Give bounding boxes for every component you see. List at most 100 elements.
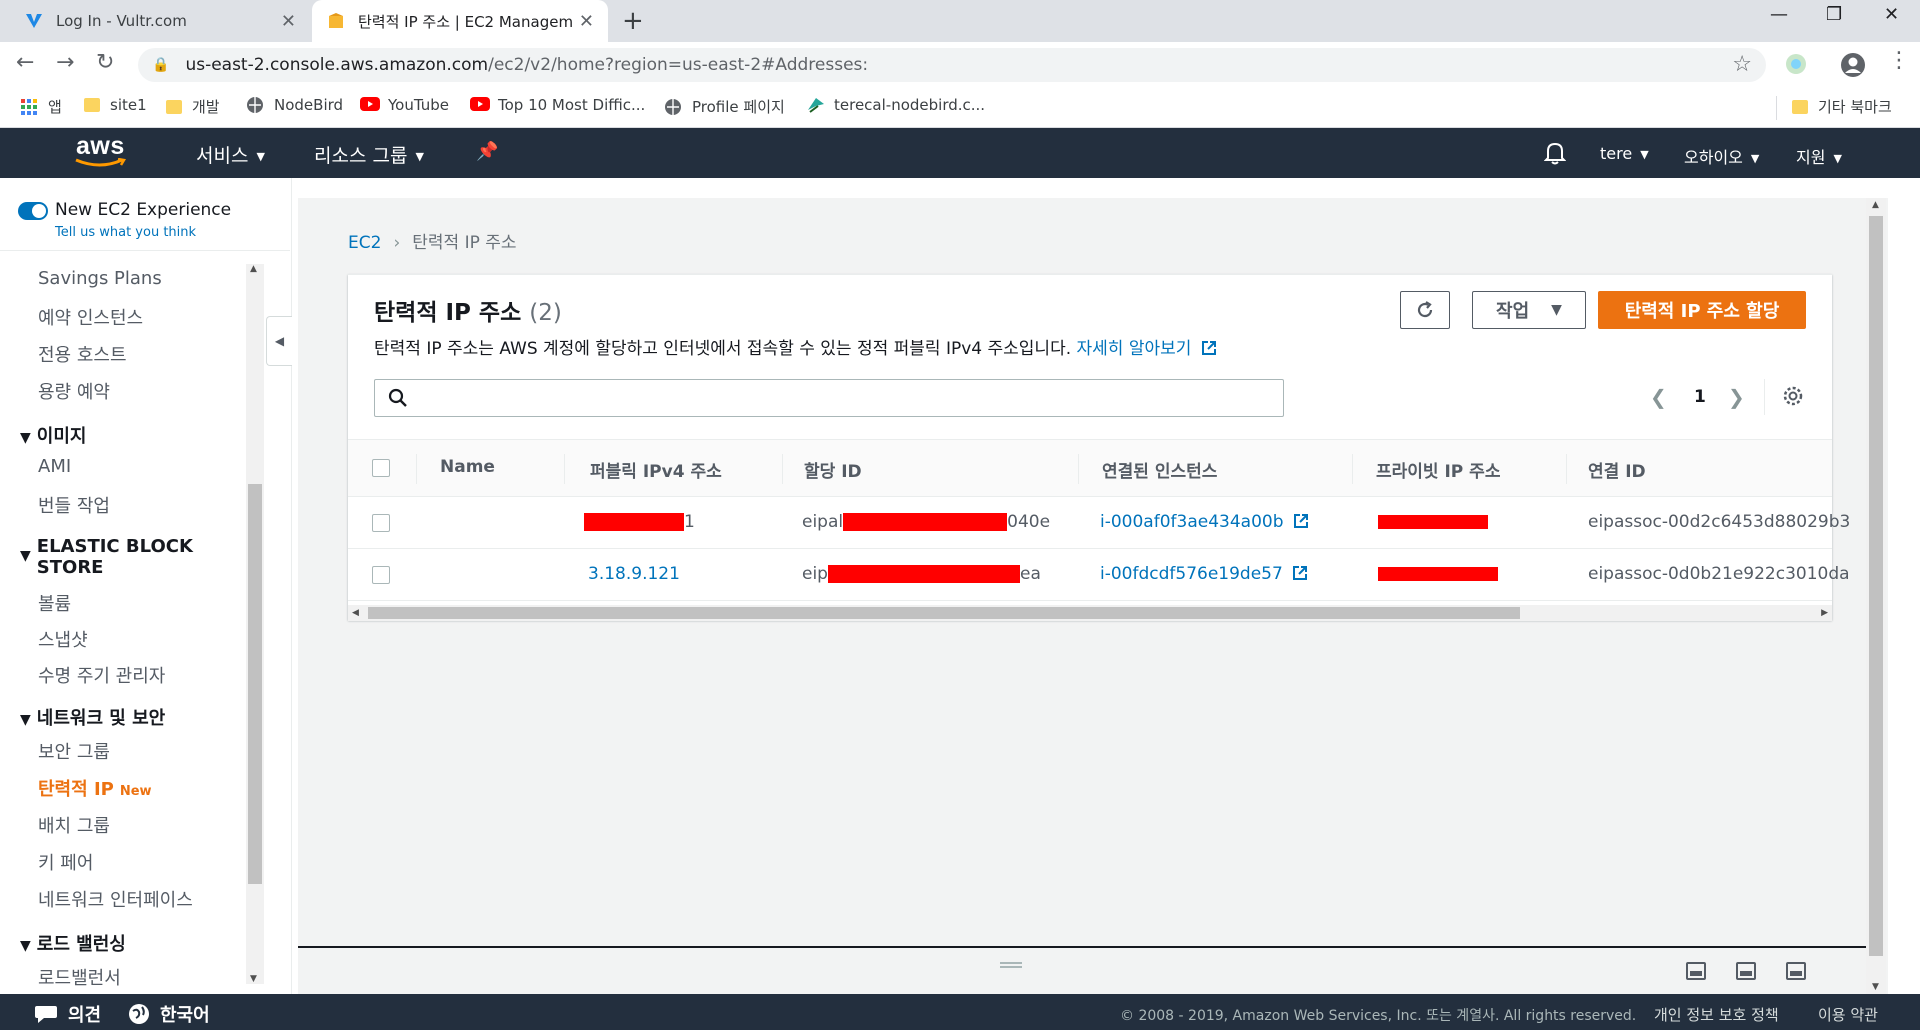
table-row[interactable]: 3.18.9.121 eip ea i-00fdcdf576e19de57 eip… [348,549,1850,601]
browser-tab-ec2[interactable]: 탄력적 IP 주소 | EC2 Manageme ✕ [312,0,608,42]
public-ip-link[interactable]: 3.18.9.121 [588,564,680,584]
layout-full-panel-icon[interactable] [1786,962,1806,980]
search-input[interactable] [374,379,1284,417]
refresh-button[interactable] [1400,291,1450,329]
column-header-association-id[interactable]: 연결 ID [1588,457,1646,482]
bookmark-top10[interactable]: Top 10 Most Diffic... [470,96,645,114]
feedback-link[interactable]: Tell us what you think [55,225,196,240]
maximize-icon[interactable]: ❐ [1826,4,1842,25]
services-menu[interactable]: 서비스 ▼ [196,141,265,168]
row-checkbox[interactable] [372,566,390,584]
sidebar-item-volumes[interactable]: 볼륨 [38,590,71,616]
bookmark-star-icon[interactable]: ☆ [1732,52,1752,77]
sidebar-section-network[interactable]: ▼ 네트워크 및 보안 [20,704,165,730]
table-horizontal-scrollbar[interactable]: ◀ ▶ [348,605,1832,621]
sidebar-item-ami[interactable]: AMI [38,456,71,477]
aws-logo[interactable]: aws [75,132,126,167]
column-header-allocation-id[interactable]: 할당 ID [804,457,862,482]
scroll-down-icon[interactable]: ▼ [1872,982,1879,992]
address-bar[interactable]: 🔒 us-east-2.console.aws.amazon.com/ec2/v… [138,48,1766,82]
sidebar-scroll-thumb[interactable] [248,484,262,884]
sidebar-scrollbar[interactable]: ▲ ▼ [246,264,264,984]
layout-side-panel-icon[interactable] [1736,962,1756,980]
close-icon[interactable]: ✕ [579,11,594,32]
sidebar-item-lifecycle-manager[interactable]: 수명 주기 관리자 [38,662,165,688]
sidebar-item-dedicated-hosts[interactable]: 전용 호스트 [38,341,127,367]
horizontal-scroll-thumb[interactable] [368,607,1520,619]
feedback-button[interactable]: 의견 [34,1001,101,1027]
new-experience-toggle[interactable] [18,202,48,220]
prev-page-icon[interactable]: ❮ [1650,385,1667,409]
main-vertical-scrollbar[interactable]: ▲ ▼ [1866,198,1886,994]
close-icon[interactable]: ✕ [281,11,296,32]
window-close-icon[interactable]: ✕ [1884,4,1899,25]
menu-kebab-icon[interactable]: ⋮ [1888,48,1910,73]
sidebar-collapse-button[interactable]: ◀ [266,316,292,366]
breadcrumb-ec2[interactable]: EC2 [348,233,381,253]
region-menu[interactable]: 오하이오 ▼ [1684,144,1759,168]
split-panel-drag-handle[interactable] [1000,962,1022,968]
support-menu[interactable]: 지원 ▼ [1796,144,1842,168]
back-icon[interactable]: ← [16,50,34,75]
sidebar-item-placement-groups[interactable]: 배치 그룹 [38,812,110,838]
extension-icon[interactable] [1784,52,1808,80]
sidebar-section-images[interactable]: ▼ 이미지 [20,422,86,448]
bookmark-apps[interactable]: 앱 [20,96,62,117]
sidebar-item-security-groups[interactable]: 보안 그룹 [38,738,110,764]
select-all-checkbox[interactable] [372,459,390,477]
column-header-instance[interactable]: 연결된 인스턴스 [1102,457,1217,482]
privacy-policy-link[interactable]: 개인 정보 보호 정책 [1654,1004,1779,1025]
bookmark-terecal[interactable]: terecal-nodebird.c... [806,96,985,114]
scroll-right-icon[interactable]: ▶ [1821,608,1828,618]
actions-button[interactable]: 작업 ▼ [1472,291,1586,329]
column-header-name[interactable]: Name [440,457,495,477]
profile-icon[interactable] [1840,52,1866,82]
sidebar-section-ebs[interactable]: ▼ ELASTIC BLOCK STORE [20,536,193,578]
instance-link[interactable]: i-000af0f3ae434a00b [1100,512,1309,532]
instance-link[interactable]: i-00fdcdf576e19de57 [1100,564,1308,584]
sidebar-item-reserved-instances[interactable]: 예약 인스턴스 [38,304,143,330]
column-header-public-ip[interactable]: 퍼블릭 IPv4 주소 [590,457,722,482]
allocate-elastic-ip-button[interactable]: 탄력적 IP 주소 할당 [1598,291,1806,329]
sidebar-item-load-balancers[interactable]: 로드밸런서 [38,964,121,990]
scroll-left-icon[interactable]: ◀ [352,608,359,618]
sidebar-section-load-balancing[interactable]: ▼ 로드 밸런싱 [20,930,126,956]
account-menu[interactable]: tere ▼ [1600,144,1649,163]
new-tab-icon[interactable]: + [622,6,644,36]
bookmark-youtube[interactable]: YouTube [360,96,449,114]
bookmark-other[interactable]: 기타 북마크 [1792,96,1892,117]
bookmark-site1[interactable]: site1 [84,96,147,114]
sidebar-item-elastic-ips[interactable]: 탄력적 IP New [38,775,152,801]
forward-icon[interactable]: → [56,50,74,75]
bookmark-nodebird[interactable]: NodeBird [246,96,343,114]
sidebar-item-savings-plans[interactable]: Savings Plans [38,268,162,289]
minimize-icon[interactable]: — [1770,4,1788,25]
sidebar-item-key-pairs[interactable]: 키 페어 [38,849,93,875]
sidebar-item-network-interfaces[interactable]: 네트워크 인터페이스 [38,886,193,912]
page-number[interactable]: 1 [1694,387,1706,407]
scroll-up-icon[interactable]: ▲ [250,264,257,274]
sidebar-item-snapshots[interactable]: 스냅샷 [38,626,88,652]
row-checkbox[interactable] [372,514,390,532]
terms-of-use-link[interactable]: 이용 약관 [1818,1004,1878,1025]
reload-icon[interactable]: ↻ [96,50,114,75]
notifications-bell-icon[interactable] [1543,141,1567,170]
layout-bottom-panel-icon[interactable] [1686,962,1706,980]
sidebar-item-bundle-tasks[interactable]: 번들 작업 [38,492,110,518]
settings-gear-icon[interactable] [1782,385,1804,411]
column-header-private-ip[interactable]: 프라이빗 IP 주소 [1376,457,1500,482]
browser-tab-vultr[interactable]: Log In - Vultr.com ✕ [10,0,310,42]
scroll-up-icon[interactable]: ▲ [1872,200,1879,210]
resource-groups-menu[interactable]: 리소스 그룹 ▼ [314,141,424,168]
search-text-field[interactable] [415,384,1275,412]
bookmark-profile[interactable]: Profile 페이지 [664,96,785,117]
sidebar-item-capacity-reservations[interactable]: 용량 예약 [38,378,110,404]
scroll-down-icon[interactable]: ▼ [250,974,257,984]
learn-more-link[interactable]: 자세히 알아보기 [1077,339,1217,359]
vertical-scroll-thumb[interactable] [1869,216,1883,956]
bookmark-dev[interactable]: 개발 [166,96,220,117]
table-row[interactable]: 1 eipal 040e i-000af0f3ae434a00b eipassoc… [348,497,1850,549]
language-selector[interactable]: 한국어 [128,1001,210,1027]
pin-icon[interactable]: 📌 [476,141,498,162]
next-page-icon[interactable]: ❯ [1728,385,1745,409]
